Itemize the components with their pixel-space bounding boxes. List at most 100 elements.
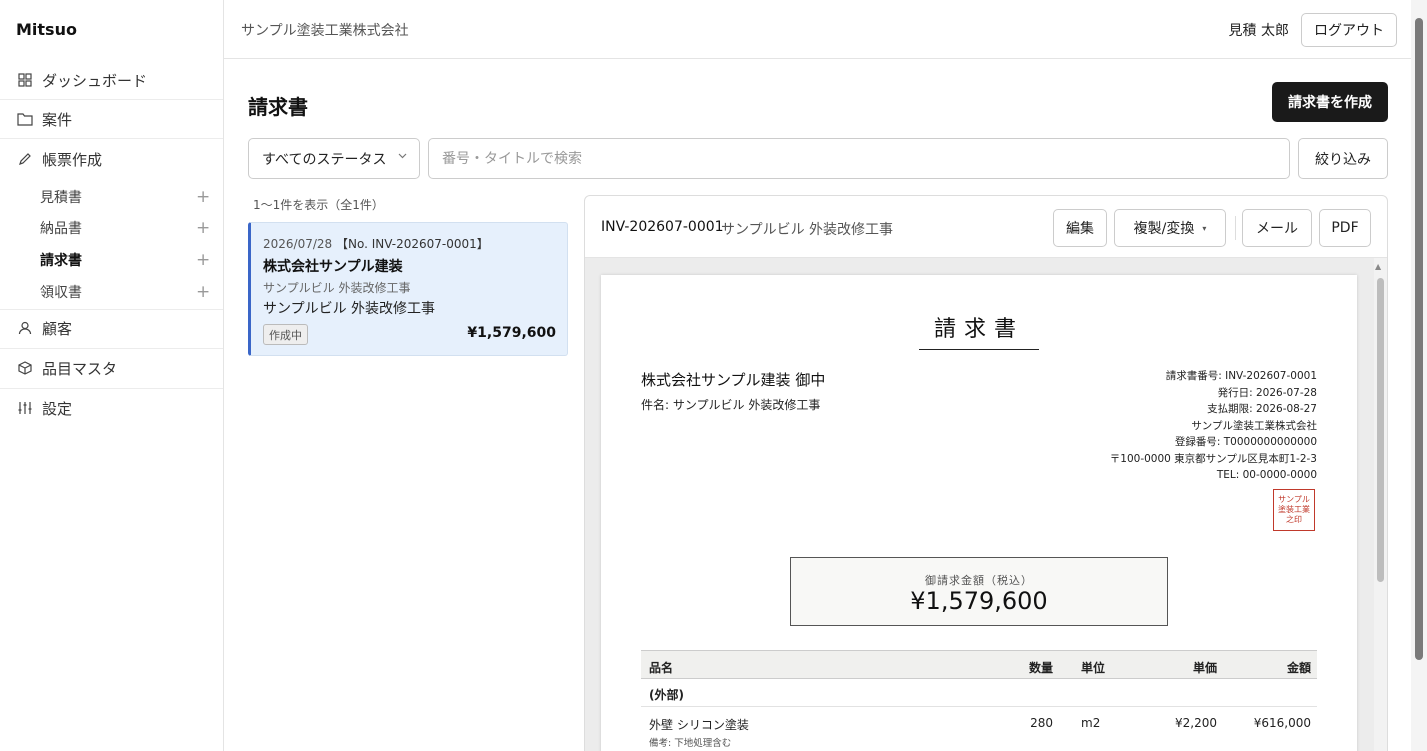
divider [1235,216,1236,240]
total-label: 御請求金額（税込） [925,574,1033,587]
issue-date-line: 発行日: 2026-07-28 [1217,386,1317,399]
header-unit: 単位 [1081,661,1106,675]
plus-icon[interactable]: + [196,250,210,270]
list-item-amount: ¥1,579,600 [467,325,556,341]
duplicate-convert-button[interactable]: 複製/変換 ▾ [1114,209,1226,247]
topbar: サンプル塗装工業株式会社 見積 太郎 ログアウト [224,0,1411,59]
nav-documents-label: 帳票作成 [42,150,103,169]
nav-projects[interactable]: 案件 [0,100,223,138]
chevron-down-icon [398,151,407,162]
sidebar-item-estimate[interactable]: 見積書 + [40,182,210,212]
row-name: 外壁 シリコン塗装 [649,718,749,732]
page-title: 請求書 [248,95,308,119]
header-amount: 金額 [1286,661,1311,675]
brand-logo: Mitsuo [16,20,77,39]
duplicate-convert-label: 複製/変換 [1133,221,1195,237]
search-input[interactable] [428,138,1290,179]
row-unit: m2 [1081,716,1101,730]
company-name: サンプル塗装工業株式会社 [241,23,409,39]
invoice-number-line: 請求書番号: INV-202607-0001 [1165,370,1317,382]
edit-button[interactable]: 編集 [1053,209,1107,247]
folder-icon [16,110,34,128]
nav-settings-label: 設定 [42,399,73,418]
document-client: 株式会社サンプル建装 御中 [641,371,826,389]
user-icon [16,319,34,337]
filter-button[interactable]: 絞り込み [1298,138,1388,179]
pencil-icon [16,150,34,168]
preview-header: INV-202607-0001 サンプルビル 外装改修工事 編集 複製/変換 ▾… [585,196,1387,258]
row-price: ¥2,200 [1175,716,1217,730]
status-select-value: すべてのステータス [262,151,387,168]
sidebar-item-label: 領収書 [40,285,82,301]
create-invoice-button[interactable]: 請求書を作成 [1272,82,1388,122]
list-item-client: 株式会社サンプル建装 [263,259,403,275]
list-item-number: 【No. INV-202607-0001】 [336,237,489,251]
table-row: 外壁 シリコン塗装 280 m2 ¥2,200 ¥616,000 備考: 下地処… [641,707,1317,751]
row-qty: 280 [1030,716,1053,730]
list-item-meta: 2026/07/28 【No. INV-202607-0001】 [263,235,489,252]
sidebar-item-delivery[interactable]: 納品書 + [40,213,210,243]
nav-dashboard-label: ダッシュボード [42,71,148,90]
preview-panel: INV-202607-0001 サンプルビル 外装改修工事 編集 複製/変換 ▾… [584,195,1388,751]
company-seal: サンプル塗装工業之印 [1273,489,1315,531]
list-item-client-sub: サンプルビル 外装改修工事 [263,281,411,295]
plus-icon[interactable]: + [196,218,210,238]
total-box: 御請求金額（税込） ¥1,579,600 [790,557,1168,626]
sidebar: Mitsuo ダッシュボード 案件 帳票作成 見積書 + 納品書 + 請求書 +… [0,0,224,751]
status-select[interactable]: すべてのステータス [248,138,420,179]
items-table-header: 品名 数量 単位 単価 金額 [641,650,1317,679]
list-item-date: 2026/07/28 [263,237,333,251]
user-name: 見積 太郎 [1228,23,1289,39]
sidebar-item-label: 納品書 [40,221,82,237]
mail-button[interactable]: メール [1242,209,1312,247]
items-group-row: (外部) [641,679,1317,707]
nav-items-master[interactable]: 品目マスタ [0,349,223,387]
nav-dashboard[interactable]: ダッシュボード [0,61,223,99]
registration-number-line: 登録番号: T0000000000000 [1174,436,1317,448]
nav-customers-label: 顧客 [42,319,73,338]
header-name: 品名 [649,661,674,675]
scroll-up-icon[interactable]: ▲ [1375,262,1381,271]
issuer-info: 請求書番号: INV-202607-0001 発行日: 2026-07-28 支… [1110,368,1317,484]
header-price: 単価 [1192,661,1217,675]
nav-customers[interactable]: 顧客 [0,309,223,347]
sidebar-item-invoice[interactable]: 請求書 + [40,245,210,275]
tel-line: TEL: 00-0000-0000 [1216,469,1317,481]
sidebar-item-label: 見積書 [40,190,82,206]
document-title: 請求書 [919,311,1039,350]
preview-number: INV-202607-0001 [601,219,724,235]
pdf-button[interactable]: PDF [1319,209,1371,247]
issuer-company-line: サンプル塗装工業株式会社 [1191,419,1317,432]
list-item-title: サンプルビル 外装改修工事 [263,301,436,317]
caret-down-icon: ▾ [1202,223,1207,233]
header-qty: 数量 [1028,661,1053,675]
nav-documents[interactable]: 帳票作成 [0,140,223,178]
window-scroll-thumb[interactable] [1415,18,1423,660]
divider [0,138,223,139]
result-count: 1〜1件を表示（全1件） [253,198,384,212]
nav-settings[interactable]: 設定 [0,389,223,427]
preview-title: サンプルビル 外装改修工事 [721,222,894,238]
sliders-icon [16,399,34,417]
due-date-line: 支払期限: 2026-08-27 [1207,403,1317,415]
box-icon [16,359,34,377]
document-subject: 件名: サンプルビル 外装改修工事 [641,398,821,412]
plus-icon[interactable]: + [196,187,210,207]
viewer-scroll-thumb[interactable] [1377,278,1384,582]
grid-icon [16,71,34,89]
items-table: 品名 数量 単位 単価 金額 (外部) 外壁 シリコン塗装 280 m2 ¥2,… [641,650,1317,751]
sidebar-item-receipt[interactable]: 領収書 + [40,277,210,307]
logout-button[interactable]: ログアウト [1301,13,1397,47]
status-badge: 作成中 [263,324,308,345]
row-note: 備考: 下地処理含む [649,738,732,749]
total-amount: ¥1,579,600 [910,587,1048,615]
nav-projects-label: 案件 [42,110,73,129]
invoice-document: 請求書 株式会社サンプル建装 御中 件名: サンプルビル 外装改修工事 請求書番… [601,275,1357,751]
plus-icon[interactable]: + [196,282,210,302]
row-amount: ¥616,000 [1253,716,1311,730]
group-label: (外部) [649,688,684,702]
address-line: 〒100-0000 東京都サンプル区見本町1-2-3 [1109,452,1317,465]
list-item[interactable]: 2026/07/28 【No. INV-202607-0001】 株式会社サンプ… [248,222,568,356]
sidebar-item-label: 請求書 [40,253,82,269]
nav-items-master-label: 品目マスタ [42,359,118,378]
